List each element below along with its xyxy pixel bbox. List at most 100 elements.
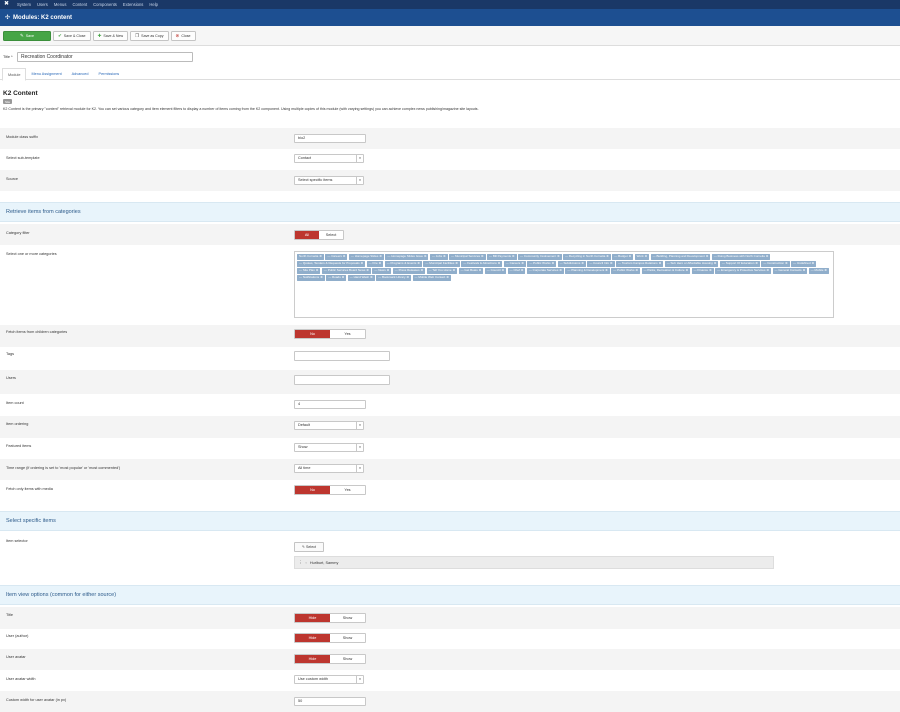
remove-chip-icon[interactable]: ⊗ xyxy=(320,275,323,279)
remove-chip-icon[interactable]: ⊗ xyxy=(343,254,346,258)
category-chip[interactable]: — Public Works⊗ xyxy=(611,268,641,274)
remove-chip-icon[interactable]: ⊗ xyxy=(709,268,712,272)
category-chip[interactable]: — Programs & Events⊗ xyxy=(384,261,422,267)
remove-chip-icon[interactable]: ⊗ xyxy=(803,268,806,272)
fetch-media-yes[interactable]: Yes xyxy=(330,486,365,494)
category-chip[interactable]: — Construction⊗ xyxy=(761,261,790,267)
remove-chip-icon[interactable]: ⊗ xyxy=(453,268,456,272)
remove-chip-icon[interactable]: ⊗ xyxy=(706,254,709,258)
category-chip[interactable]: — Fire⊗ xyxy=(366,261,384,267)
category-chip[interactable]: — Mobile⊗ xyxy=(808,268,829,274)
category-chip[interactable]: — Planning & Development⊗ xyxy=(565,268,610,274)
selected-item[interactable]: ⋮ ▫ Hurlburt, Sammy xyxy=(294,556,774,569)
category-chip[interactable]: — Tell You Home⊗ xyxy=(426,268,458,274)
view-title-toggle[interactable]: Hide Show xyxy=(294,613,366,623)
remove-chip-icon[interactable]: ⊗ xyxy=(521,261,524,265)
remove-chip-icon[interactable]: ⊗ xyxy=(605,268,608,272)
nav-content[interactable]: Content xyxy=(72,2,87,7)
category-chip[interactable]: — Mobile Web Contact⊗ xyxy=(412,275,451,281)
remove-chip-icon[interactable]: ⊗ xyxy=(812,261,815,265)
nav-help[interactable]: Help xyxy=(149,2,158,7)
category-chip[interactable]: — Recycling in North Cornelia⊗ xyxy=(563,254,611,260)
remove-chip-icon[interactable]: ⊗ xyxy=(407,275,410,279)
category-chip[interactable]: — Emergency & Protective Services⊗ xyxy=(715,268,771,274)
category-chip[interactable]: — Jobs⊗ xyxy=(429,254,448,260)
source-select[interactable]: Select specific items ▾ xyxy=(294,176,364,185)
tab-module[interactable]: Module xyxy=(2,68,27,81)
remove-chip-icon[interactable]: ⊗ xyxy=(659,261,662,265)
fetch-children-toggle[interactable]: No Yes xyxy=(294,329,366,339)
view-title-show[interactable]: Show xyxy=(330,614,365,622)
tags-input[interactable] xyxy=(294,351,390,361)
category-chip[interactable]: — Doing Business with North Cornelia⊗ xyxy=(711,254,771,260)
fetch-media-toggle[interactable]: No Yes xyxy=(294,485,366,495)
custom-width-input[interactable]: 50 xyxy=(294,697,366,706)
remove-chip-icon[interactable]: ⊗ xyxy=(481,254,484,258)
drag-handle-icon[interactable]: ⋮ xyxy=(298,560,303,566)
remove-chip-icon[interactable]: ⊗ xyxy=(766,268,769,272)
remove-chip-icon[interactable]: ⊗ xyxy=(785,261,788,265)
user-avatar-toggle[interactable]: Hide Show xyxy=(294,654,366,664)
category-chip[interactable]: — Notifications⊗ xyxy=(297,275,325,281)
joomla-logo-icon[interactable]: ✖ xyxy=(4,0,11,9)
remove-chip-icon[interactable]: ⊗ xyxy=(498,261,501,265)
remove-chip-icon[interactable]: ⊗ xyxy=(645,254,648,258)
categories-multiselect[interactable]: North Cornelia⊗ — Careers⊗ — Homepage Slid… xyxy=(294,251,834,318)
nav-users[interactable]: Users xyxy=(37,2,48,7)
category-filter-toggle[interactable]: All Select xyxy=(294,230,344,240)
category-chip[interactable]: — Budget⊗ xyxy=(612,254,634,260)
item-ordering-select[interactable]: Default ▾ xyxy=(294,421,364,430)
category-chip[interactable]: — Public Works⊗ xyxy=(527,261,557,267)
remove-chip-icon[interactable]: ⊗ xyxy=(755,261,758,265)
users-input[interactable] xyxy=(294,375,390,385)
remove-chip-icon[interactable]: ⊗ xyxy=(443,254,446,258)
remove-chip-icon[interactable]: ⊗ xyxy=(361,261,364,265)
save-close-button[interactable]: ✔ Save & Close xyxy=(53,30,91,41)
category-chip[interactable]: — Press Releases⊗ xyxy=(392,268,426,274)
category-chip[interactable]: — Corporate Services⊗ xyxy=(526,268,564,274)
avatar-width-select[interactable]: Use custom width ▾ xyxy=(294,675,364,684)
category-chip[interactable]: — Hand Wash⊗ xyxy=(347,275,375,281)
category-chip[interactable]: — Sub Hero or Affordable Housing⊗ xyxy=(664,261,719,267)
user-author-hide[interactable]: Hide xyxy=(295,634,330,642)
remove-chip-icon[interactable]: ⊗ xyxy=(379,254,382,258)
remove-chip-icon[interactable]: ⊗ xyxy=(824,268,827,272)
remove-chip-icon[interactable]: ⊗ xyxy=(370,275,373,279)
category-chip[interactable]: Work⊗ xyxy=(634,254,650,260)
remove-chip-icon[interactable]: ⊗ xyxy=(366,268,369,272)
category-chip[interactable]: — Council Info⊗ xyxy=(587,261,615,267)
category-chip[interactable]: — Homepage Slides⊗ xyxy=(348,254,384,260)
category-filter-select[interactable]: Select xyxy=(319,231,343,239)
module-class-suffix-input[interactable]: bio2 xyxy=(294,134,366,143)
user-author-show[interactable]: Show xyxy=(330,634,365,642)
remove-chip-icon[interactable]: ⊗ xyxy=(424,254,427,258)
remove-chip-icon[interactable]: ⊗ xyxy=(502,268,505,272)
category-chip[interactable]: — Chef⊗ xyxy=(507,268,526,274)
tab-menu-assignment[interactable]: Menu Assignment xyxy=(26,68,66,80)
item-select-button[interactable]: ✎ Select xyxy=(294,542,324,552)
nav-components[interactable]: Components xyxy=(93,2,117,7)
fetch-children-yes[interactable]: Yes xyxy=(330,330,365,338)
nav-system[interactable]: System xyxy=(17,2,31,7)
remove-chip-icon[interactable]: ⊗ xyxy=(559,268,562,272)
remove-chip-icon[interactable]: ⊗ xyxy=(421,268,424,272)
category-chip[interactable]: — Community Involvement⊗ xyxy=(518,254,562,260)
remove-chip-icon[interactable]: ⊗ xyxy=(379,261,382,265)
category-chip[interactable]: — Support Of Education⊗ xyxy=(719,261,760,267)
time-range-select[interactable]: All time ▾ xyxy=(294,464,364,473)
tab-advanced[interactable]: Advanced xyxy=(67,68,94,80)
category-chip[interactable]: — Council⊗ xyxy=(484,268,507,274)
category-chip[interactable]: — Subdivisions⊗ xyxy=(557,261,586,267)
category-chip[interactable]: — Municipal Services⊗ xyxy=(449,254,486,260)
category-chip[interactable]: — Quotes, Tenders & Requests for Proposa… xyxy=(297,261,366,267)
remove-chip-icon[interactable]: ⊗ xyxy=(629,254,632,258)
remove-chip-icon[interactable]: ⊗ xyxy=(479,268,482,272)
remove-chip-icon[interactable]: ⊗ xyxy=(319,254,322,258)
save-new-button[interactable]: ✚ Save & New xyxy=(92,30,129,41)
remove-chip-icon[interactable]: ⊗ xyxy=(417,261,420,265)
remove-chip-icon[interactable]: ⊗ xyxy=(455,261,458,265)
remove-chip-icon[interactable]: ⊗ xyxy=(610,261,613,265)
item-count-input[interactable]: 4 xyxy=(294,400,366,409)
category-chip[interactable]: — Get Boats⊗ xyxy=(458,268,484,274)
remove-chip-icon[interactable]: ⊗ xyxy=(686,268,689,272)
